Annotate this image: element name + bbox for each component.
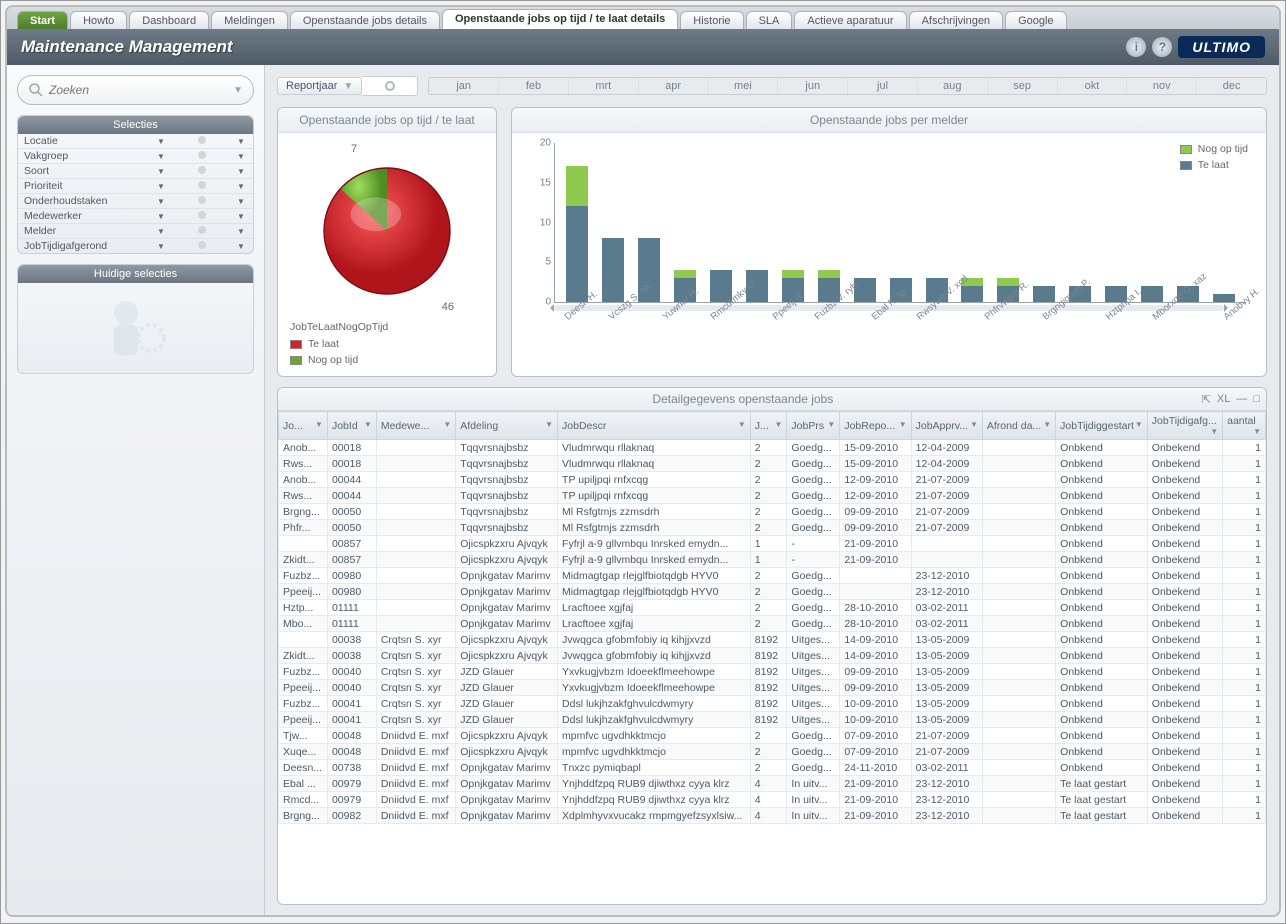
month-aug[interactable]: aug: [918, 78, 988, 94]
tab-afschrijvingen[interactable]: Afschrijvingen: [909, 11, 1003, 29]
chevron-down-icon[interactable]: ▼: [233, 85, 243, 96]
tab-sla[interactable]: SLA: [746, 11, 793, 29]
bar-chart: 05101520: [554, 143, 1246, 303]
month-nov[interactable]: nov: [1127, 78, 1197, 94]
search-icon: [28, 82, 44, 98]
table-row[interactable]: Zkidt...00857Ojicspkzxru AjvqykFyfrjl a-…: [279, 552, 1266, 568]
table-row[interactable]: Tjw...00048Dniidvd E. mxfOjicspkzxru Ajv…: [279, 728, 1266, 744]
table-row[interactable]: Xuqe...00048Dniidvd E. mxfOjicspkzxru Aj…: [279, 744, 1266, 760]
minimize-icon[interactable]: —: [1236, 393, 1247, 406]
tab-actieve-aparatuur[interactable]: Actieve aparatuur: [794, 11, 906, 29]
filter-locatie[interactable]: Locatie▼▼: [18, 134, 253, 148]
help-icon[interactable]: ?: [1152, 37, 1172, 57]
col-header[interactable]: Afdeling▼: [456, 412, 558, 440]
year-loading-spinner[interactable]: [362, 76, 418, 96]
table-row[interactable]: Rws...00018TqqvrsnajbsbzVludmrwqu rllakn…: [279, 456, 1266, 472]
table-row[interactable]: Anob...00018TqqvrsnajbsbzVludmrwqu rllak…: [279, 440, 1266, 456]
col-header[interactable]: JobDescr▼: [558, 412, 751, 440]
table-row[interactable]: Fuzbz...00041Crqtsn S. xyrJZD GlauerDdsl…: [279, 696, 1266, 712]
table-row[interactable]: Rws...00044TqqvrsnajbsbzTP upiljpqi rnfx…: [279, 488, 1266, 504]
table-row[interactable]: Fuzbz...00980Opnjkgatav MarimvMidmagtgap…: [279, 568, 1266, 584]
table-row[interactable]: Ppeeij...00040Crqtsn S. xyrJZD GlauerYxv…: [279, 680, 1266, 696]
month-sep[interactable]: sep: [988, 78, 1058, 94]
tab-start[interactable]: Start: [17, 11, 68, 29]
filter-prioriteit[interactable]: Prioriteit▼▼: [18, 178, 253, 193]
pie-legend-title: JobTeLaatNogOpTijd: [290, 321, 484, 333]
col-header[interactable]: J...▼: [750, 412, 787, 440]
maximize-icon[interactable]: □: [1253, 393, 1260, 406]
table-row[interactable]: Ppeeij...00041Crqtsn S. xyrJZD GlauerDds…: [279, 712, 1266, 728]
col-header[interactable]: JobId▼: [327, 412, 376, 440]
pie-title: Openstaande jobs op tijd / te laat: [278, 108, 496, 133]
table-row[interactable]: Zkidt...00038Crqtsn S. xyrOjicspkzxru Aj…: [279, 648, 1266, 664]
brand-logo: ULTIMO: [1178, 36, 1265, 58]
bar-title: Openstaande jobs per melder: [512, 108, 1266, 133]
table-row[interactable]: Fuzbz...00040Crqtsn S. xyrJZD GlauerYxvk…: [279, 664, 1266, 680]
tab-google[interactable]: Google: [1005, 11, 1066, 29]
filter-soort[interactable]: Soort▼▼: [18, 163, 253, 178]
tab-openstaande-jobs-details[interactable]: Openstaande jobs details: [290, 11, 440, 29]
worker-silhouette-icon: [18, 283, 253, 373]
info-icon[interactable]: i: [1126, 37, 1146, 57]
legend-item-telaat[interactable]: Te laat: [290, 336, 484, 352]
tab-howto[interactable]: Howto: [70, 11, 127, 29]
table-row[interactable]: Mbo...01111Opnjkgatav MarimvLracftoee xg…: [279, 616, 1266, 632]
month-feb[interactable]: feb: [499, 78, 569, 94]
col-header[interactable]: JobTijdiggestart▼: [1056, 412, 1148, 440]
table-row[interactable]: Phfr...00050TqqvrsnajbsbzMl Rsfgtmjs zzm…: [279, 520, 1266, 536]
legend-item-nogoptijd[interactable]: Nog op tijd: [290, 352, 484, 368]
month-mrt[interactable]: mrt: [569, 78, 639, 94]
search-input[interactable]: [49, 83, 233, 97]
month-dec[interactable]: dec: [1197, 78, 1266, 94]
reportjaar-selector[interactable]: Reportjaar▼: [277, 77, 362, 95]
col-header[interactable]: JobTijdigafg...▼: [1147, 412, 1222, 440]
page-title: Maintenance Management: [21, 37, 233, 57]
table-row[interactable]: 00857Ojicspkzxru AjvqykFyfrjl a-9 gllvmb…: [279, 536, 1266, 552]
col-header[interactable]: JobApprv...▼: [911, 412, 982, 440]
table-row[interactable]: Hztp...01111Opnjkgatav MarimvLracftoee x…: [279, 600, 1266, 616]
send-icon[interactable]: ⇱: [1202, 393, 1211, 406]
tab-meldingen[interactable]: Meldingen: [211, 11, 288, 29]
pie-value-ontime: 7: [351, 143, 357, 155]
pie-value-telaat: 46: [442, 301, 454, 313]
search-box[interactable]: ▼: [17, 75, 254, 105]
table-row[interactable]: 00038Crqtsn S. xyrOjicspkzxru AjvqykJvwq…: [279, 632, 1266, 648]
pie-chart: [317, 161, 457, 301]
tab-dashboard[interactable]: Dashboard: [129, 11, 209, 29]
month-apr[interactable]: apr: [639, 78, 709, 94]
filter-melder[interactable]: Melder▼▼: [18, 223, 253, 238]
col-header[interactable]: JobRepo...▼: [840, 412, 911, 440]
table-row[interactable]: Ppeeij...00980Opnjkgatav MarimvMidmagtga…: [279, 584, 1266, 600]
filter-jobtijdigafgerond[interactable]: JobTijdigafgerond▼▼: [18, 238, 253, 253]
huidige-selecties-header: Huidige selecties: [18, 265, 253, 283]
table-row[interactable]: Deesn...00738Dniidvd E. mxfOpnjkgatav Ma…: [279, 760, 1266, 776]
table-row[interactable]: Rmcd...00979Dniidvd E. mxfOpnjkgatav Mar…: [279, 792, 1266, 808]
col-header[interactable]: Jo...▼: [279, 412, 328, 440]
col-header[interactable]: Afrond da...▼: [982, 412, 1055, 440]
col-header[interactable]: Medewe...▼: [376, 412, 455, 440]
col-header[interactable]: aantal▼: [1223, 412, 1266, 440]
table-row[interactable]: Ebal ...00979Dniidvd E. mxfOpnjkgatav Ma…: [279, 776, 1266, 792]
filter-vakgroep[interactable]: Vakgroep▼▼: [18, 148, 253, 163]
filter-onderhoudstaken[interactable]: Onderhoudstaken▼▼: [18, 193, 253, 208]
table-row[interactable]: Brgng...00050TqqvrsnajbsbzMl Rsfgtmjs zz…: [279, 504, 1266, 520]
month-jun[interactable]: jun: [778, 78, 848, 94]
month-jan[interactable]: jan: [429, 78, 499, 94]
month-jul[interactable]: jul: [848, 78, 918, 94]
table-row[interactable]: Brgng...00982Dniidvd E. mxfOpnjkgatav Ma…: [279, 808, 1266, 824]
filter-medewerker[interactable]: Medewerker▼▼: [18, 208, 253, 223]
export-xl-icon[interactable]: XL: [1217, 393, 1230, 406]
selecties-header: Selecties: [18, 116, 253, 134]
table-row[interactable]: Anob...00044TqqvrsnajbsbzTP upiljpqi rnf…: [279, 472, 1266, 488]
month-mei[interactable]: mei: [709, 78, 779, 94]
table-title: Detailgegevens openstaande jobs: [284, 392, 1202, 406]
col-header[interactable]: JobPrs▼: [787, 412, 840, 440]
tab-historie[interactable]: Historie: [680, 11, 743, 29]
month-okt[interactable]: okt: [1058, 78, 1128, 94]
detail-table: Jo...▼JobId▼Medewe...▼Afdeling▼JobDescr▼…: [278, 411, 1266, 824]
tab-openstaande-jobs-op-tijd-te-laat-details[interactable]: Openstaande jobs op tijd / te laat detai…: [442, 9, 678, 29]
